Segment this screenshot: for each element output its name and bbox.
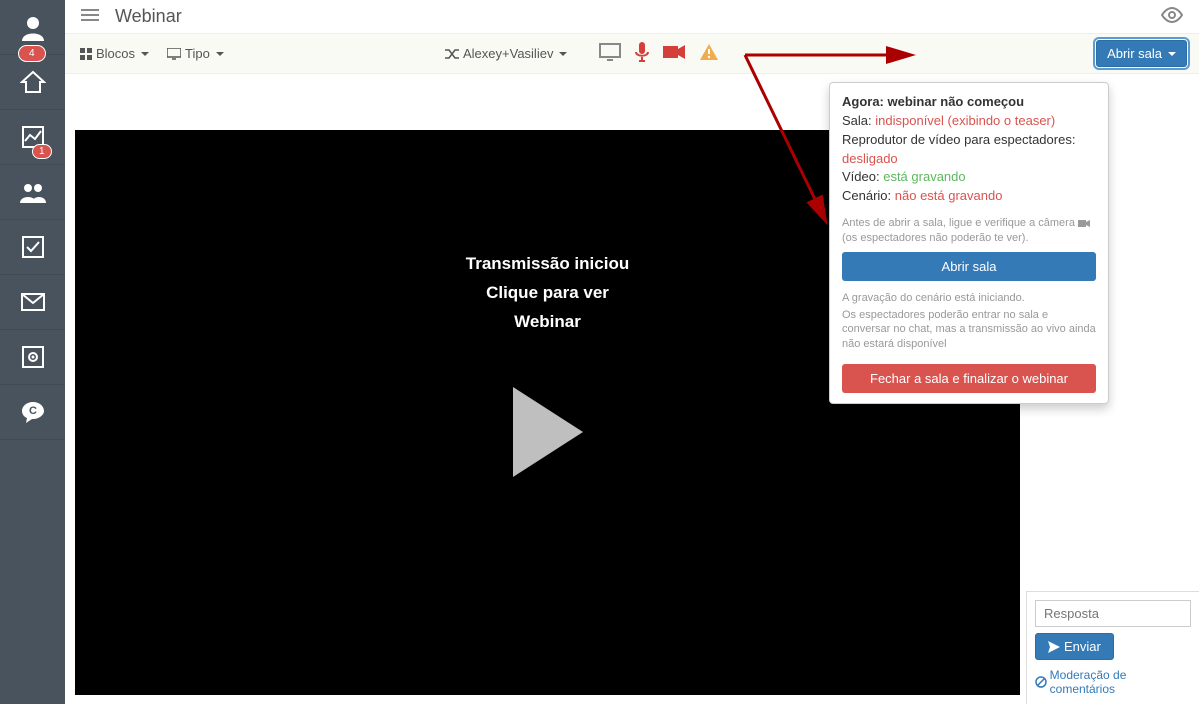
home-icon — [20, 69, 46, 95]
warning-icon — [699, 43, 719, 61]
now-value: webinar não começou — [888, 94, 1025, 109]
video-text-line1: Transmissão iniciou — [466, 250, 629, 279]
toolbar: Blocos Tipo Alexey+Vasiliev — [65, 34, 1199, 74]
cenario-value: não está gravando — [895, 188, 1003, 203]
video-value: está gravando — [883, 169, 965, 184]
send-icon — [1048, 641, 1060, 653]
menu-toggle[interactable] — [73, 4, 107, 29]
monitor-icon — [599, 43, 621, 61]
video-overlay-text: Transmissão iniciou Clique para ver Webi… — [466, 250, 629, 337]
chat-panel: Enviar Moderação de comentários — [1026, 591, 1199, 704]
sala-value: indisponível (exibindo o teaser) — [875, 113, 1055, 128]
sidebar-item-chat[interactable]: C — [0, 385, 65, 440]
hamburger-icon — [81, 8, 99, 22]
cenario-label: Cenário: — [842, 188, 891, 203]
reproducer-value: desligado — [842, 151, 898, 166]
open-room-label: Abrir sala — [1107, 46, 1162, 61]
checkbox-icon — [21, 235, 45, 259]
camera-button[interactable] — [663, 44, 685, 63]
video-text-line2: Clique para ver — [466, 279, 629, 308]
send-label: Enviar — [1064, 639, 1101, 654]
sidebar: 4 1 C — [0, 0, 65, 704]
camera-icon — [1078, 219, 1090, 228]
play-icon — [503, 382, 593, 482]
warning-button[interactable] — [699, 43, 719, 64]
play-button[interactable] — [503, 382, 593, 485]
popover-note3: Os espectadores poderão entrar no sala e… — [842, 308, 1096, 353]
analytics-badge: 1 — [32, 144, 52, 159]
popover-note2: A gravação do cenário está iniciando. — [842, 291, 1096, 306]
caret-down-icon — [216, 52, 224, 56]
header: Webinar — [65, 0, 1199, 34]
sidebar-item-profile[interactable]: 4 — [0, 0, 65, 55]
safe-icon — [21, 345, 45, 369]
chat-input[interactable] — [1035, 600, 1191, 627]
sidebar-item-home[interactable] — [0, 55, 65, 110]
now-label: Agora: — [842, 94, 884, 109]
sidebar-item-users[interactable] — [0, 165, 65, 220]
monitor-icon — [167, 48, 181, 60]
mic-button[interactable] — [635, 42, 649, 65]
tipo-label: Tipo — [185, 46, 210, 61]
caret-down-icon — [559, 52, 567, 56]
camera-icon — [663, 44, 685, 60]
chat-bubble-icon: C — [20, 399, 46, 425]
tipo-dropdown[interactable]: Tipo — [167, 46, 224, 61]
sidebar-item-mail[interactable] — [0, 275, 65, 330]
mic-icon — [635, 42, 649, 62]
moderation-label: Moderação de comentários — [1050, 668, 1191, 696]
send-button[interactable]: Enviar — [1035, 633, 1114, 660]
block-icon — [1035, 676, 1047, 688]
presenter-dropdown[interactable]: Alexey+Vasiliev — [445, 46, 567, 61]
video-text-line3: Webinar — [466, 308, 629, 337]
popover-note1: Antes de abrir a sala, ligue e verifique… — [842, 216, 1096, 246]
sidebar-item-analytics[interactable]: 1 — [0, 110, 65, 165]
caret-down-icon — [1168, 52, 1176, 56]
sala-label: Sala: — [842, 113, 872, 128]
eye-icon — [1161, 7, 1183, 23]
presenter-label: Alexey+Vasiliev — [463, 46, 553, 61]
mail-icon — [21, 293, 45, 311]
blocos-label: Blocos — [96, 46, 135, 61]
sidebar-item-settings[interactable] — [0, 330, 65, 385]
sidebar-item-tasks[interactable] — [0, 220, 65, 275]
toolbar-center: Alexey+Vasiliev — [445, 42, 719, 65]
caret-down-icon — [141, 52, 149, 56]
open-room-dropdown[interactable]: Abrir sala — [1096, 40, 1187, 67]
user-icon — [19, 13, 47, 41]
open-room-button[interactable]: Abrir sala — [842, 252, 1096, 281]
preview-button[interactable] — [1153, 3, 1191, 30]
blocos-dropdown[interactable]: Blocos — [80, 46, 149, 61]
page-title: Webinar — [115, 6, 182, 27]
video-label: Vídeo: — [842, 169, 880, 184]
svg-text:C: C — [29, 405, 37, 417]
grid-icon — [80, 48, 92, 60]
shuffle-icon — [445, 48, 459, 60]
close-room-button[interactable]: Fechar a sala e finalizar o webinar — [842, 364, 1096, 393]
room-status-popover: Agora: webinar não começou Sala: indispo… — [829, 82, 1109, 404]
users-icon — [19, 181, 47, 203]
screen-share-button[interactable] — [599, 43, 621, 64]
reproducer-label: Reprodutor de vídeo para espectadores: — [842, 132, 1075, 147]
moderation-link[interactable]: Moderação de comentários — [1035, 668, 1191, 696]
